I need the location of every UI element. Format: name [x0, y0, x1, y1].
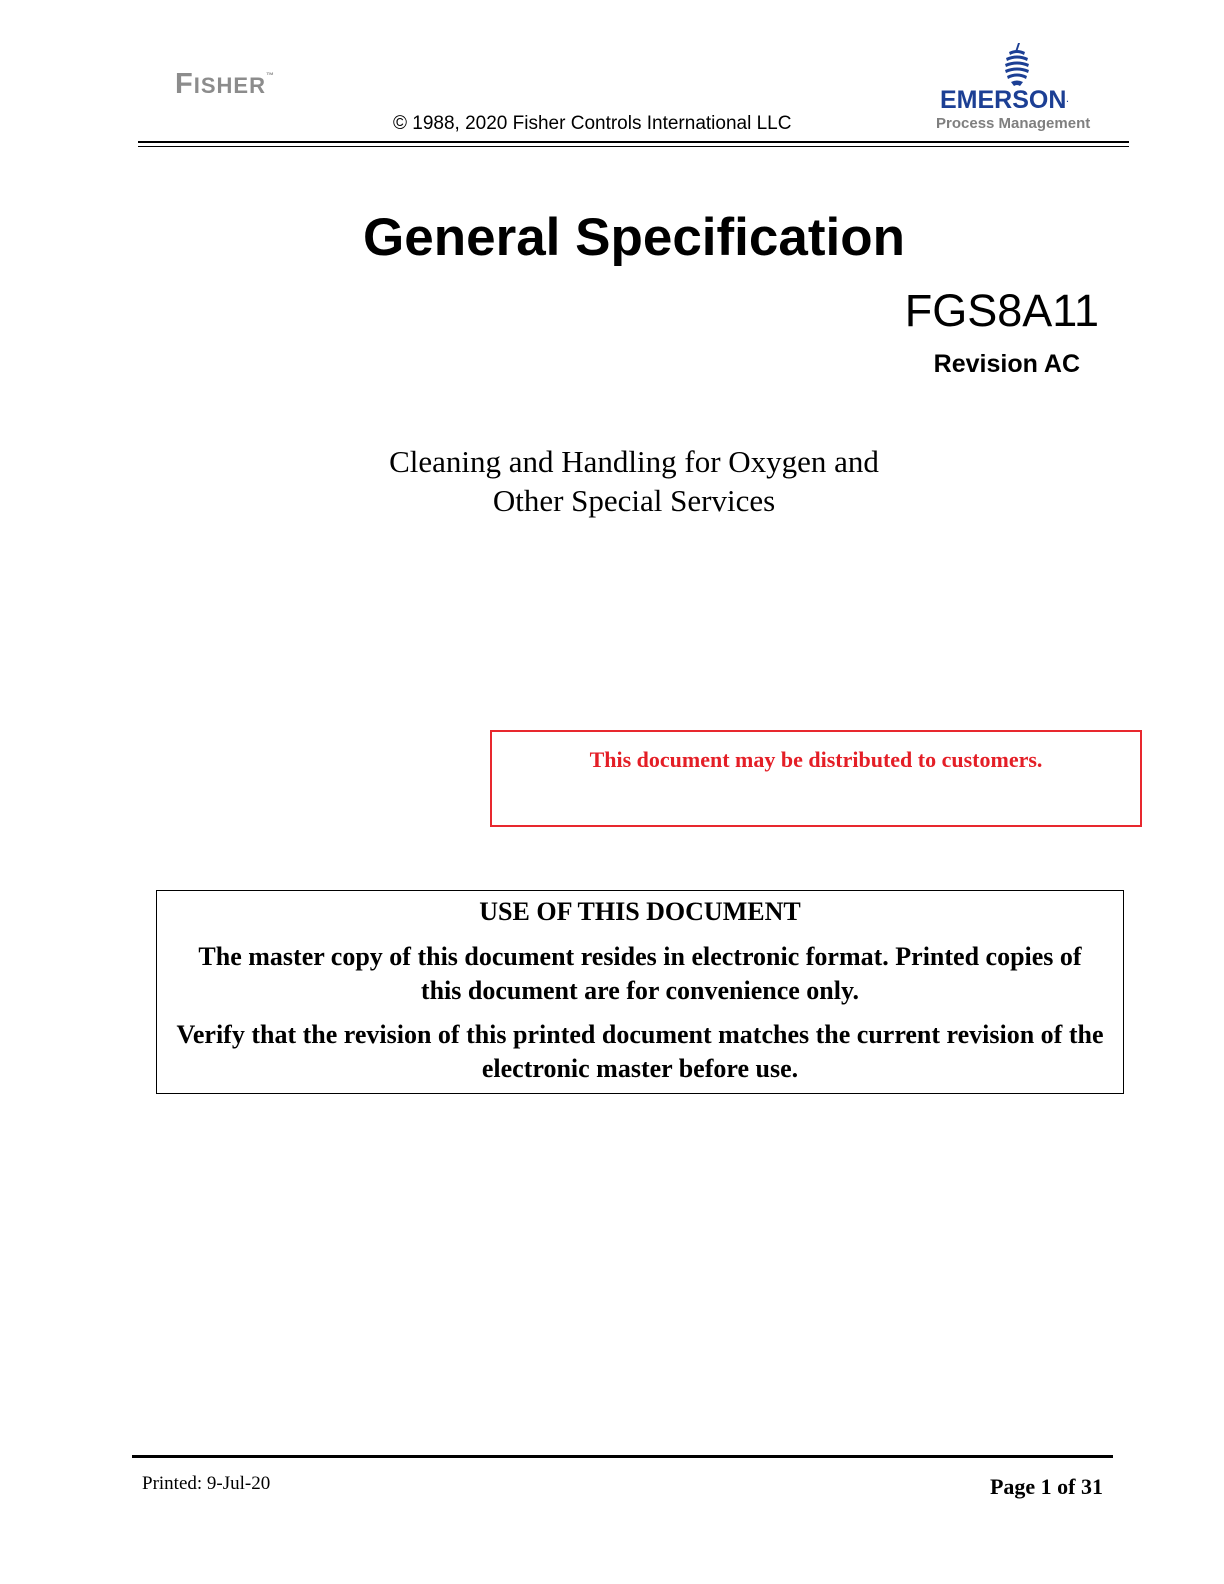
- printed-date: Printed: 9-Jul-20: [142, 1473, 271, 1494]
- fisher-logo: FISHER™: [175, 70, 274, 99]
- page-title: General Specification: [363, 208, 905, 267]
- document-subtitle: Cleaning and Handling for Oxygen and Oth…: [284, 442, 984, 520]
- distribution-notice-box: [490, 730, 1142, 827]
- use-notice-paragraph-2: Verify that the revision of this printed…: [176, 1020, 1104, 1083]
- distribution-notice-text: This document may be distributed to cust…: [589, 747, 1043, 772]
- use-notice-paragraph-1: The master copy of this document resides…: [198, 942, 1082, 1005]
- use-notice-heading: USE OF THIS DOCUMENT: [479, 897, 801, 926]
- fisher-logo-trademark: ™: [265, 71, 274, 80]
- fisher-logo-rest: ISHER: [193, 73, 266, 98]
- emerson-logo-name: EMERSON.: [940, 85, 1110, 115]
- emerson-logo-subtitle: Process Management: [936, 115, 1091, 132]
- footer-divider: [132, 1455, 1113, 1458]
- document-number: FGS8A11: [904, 285, 1099, 336]
- emerson-logo-text: EMERSON: [940, 86, 1067, 114]
- subtitle-line-1: Cleaning and Handling for Oxygen and: [389, 444, 879, 479]
- page-number: Page 1 of 31: [989, 1474, 1103, 1499]
- copyright-notice: © 1988, 2020 Fisher Controls Internation…: [393, 113, 792, 134]
- revision-label: Revision AC: [933, 350, 1080, 378]
- emerson-globe-icon: [1005, 43, 1029, 86]
- emerson-logo-trademark: .: [1066, 95, 1069, 104]
- header-divider: [138, 141, 1129, 147]
- subtitle-line-2: Other Special Services: [492, 483, 776, 518]
- fisher-logo-initial: F: [175, 68, 194, 100]
